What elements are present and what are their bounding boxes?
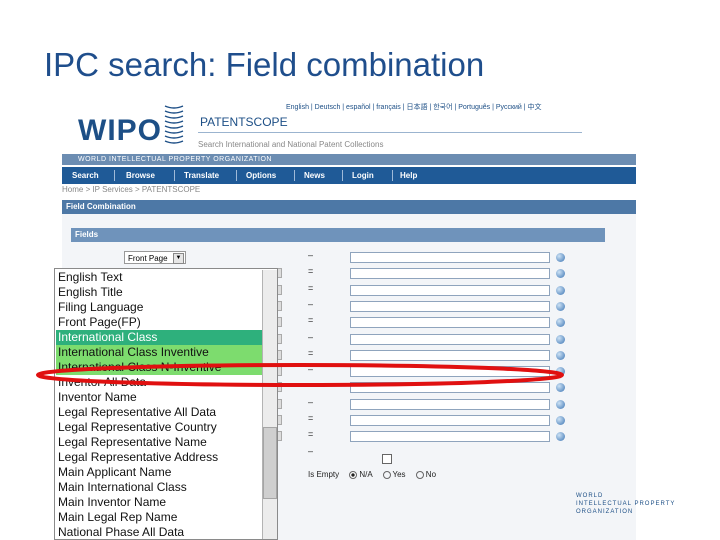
- nav-login[interactable]: Login: [352, 167, 374, 184]
- nav-news[interactable]: News: [304, 167, 325, 184]
- field-select-value: Front Page: [128, 254, 168, 263]
- footer-logo-line: WORLD: [576, 493, 604, 499]
- operator-label: =: [308, 315, 314, 325]
- is-empty-checkbox[interactable]: [382, 454, 392, 464]
- radio-no-label: No: [425, 470, 437, 479]
- footer-logo-line: ORGANIZATION: [576, 509, 634, 515]
- operator-label: –: [308, 332, 314, 342]
- nav-separator: [114, 170, 115, 181]
- org-name-bar: WORLD INTELLECTUAL PROPERTY ORGANIZATION: [62, 154, 636, 165]
- dropdown-option[interactable]: English Title: [58, 285, 123, 300]
- dropdown-option[interactable]: International Class N-Inventive: [58, 360, 221, 375]
- radio-na[interactable]: [349, 470, 358, 479]
- nav-separator: [236, 170, 237, 181]
- nav-separator: [174, 170, 175, 181]
- nav-translate[interactable]: Translate: [184, 167, 219, 184]
- dropdown-option[interactable]: Main Applicant Name: [58, 465, 171, 480]
- dropdown-option[interactable]: Front Page(FP): [58, 315, 141, 330]
- radio-yes[interactable]: [382, 470, 391, 479]
- nav-separator: [392, 170, 393, 181]
- main-nav: Search Browse Translate Options News Log…: [62, 167, 636, 184]
- globe-icon[interactable]: [556, 351, 565, 360]
- globe-icon[interactable]: [556, 335, 565, 344]
- breadcrumb[interactable]: Home > IP Services > PATENTSCOPE: [62, 185, 200, 194]
- operator-label: –: [308, 380, 314, 390]
- field-value-input[interactable]: [350, 350, 550, 361]
- operator-label: =: [308, 348, 314, 358]
- wipo-emblem-icon: [164, 105, 184, 144]
- operator-label: =: [308, 283, 314, 293]
- dropdown-option[interactable]: International Class: [58, 330, 157, 345]
- globe-icon[interactable]: [556, 302, 565, 311]
- divider: [198, 132, 582, 133]
- site-subtitle: Search International and National Patent…: [198, 140, 384, 149]
- nav-help[interactable]: Help: [400, 167, 417, 184]
- globe-icon[interactable]: [556, 383, 565, 392]
- field-value-input[interactable]: [350, 317, 550, 328]
- globe-icon[interactable]: [556, 286, 565, 295]
- radio-na-label: N/A: [359, 470, 373, 479]
- operator-label: =: [308, 266, 314, 276]
- field-combination-header: Field Combination: [62, 200, 636, 214]
- is-empty-row: Is Empty N/A Yes No: [308, 470, 436, 479]
- dropdown-option[interactable]: Inventor All Data: [58, 375, 146, 390]
- field-value-input[interactable]: [350, 268, 550, 279]
- dropdown-option[interactable]: Main International Class: [58, 480, 187, 495]
- operator-label: –: [308, 397, 314, 407]
- chevron-down-icon[interactable]: ▼: [173, 253, 184, 264]
- operator-label: =: [308, 413, 314, 423]
- field-value-input[interactable]: [350, 399, 550, 410]
- globe-icon[interactable]: [556, 318, 565, 327]
- operator-label: =: [308, 429, 314, 439]
- field-value-input[interactable]: [350, 415, 550, 426]
- dropdown-option[interactable]: Main Inventor Name: [58, 495, 166, 510]
- dropdown-option[interactable]: Filing Language: [58, 300, 143, 315]
- footer-logo-line: INTELLECTUAL PROPERTY: [576, 501, 676, 507]
- dropdown-option[interactable]: Legal Representative Name: [58, 435, 207, 450]
- slide-title: IPC search: Field combination: [44, 46, 485, 83]
- field-value-input[interactable]: [350, 252, 550, 263]
- wipo-logo: WIPO: [78, 114, 162, 147]
- nav-browse[interactable]: Browse: [126, 167, 155, 184]
- field-value-input[interactable]: [350, 301, 550, 312]
- field-value-input[interactable]: [350, 285, 550, 296]
- globe-icon[interactable]: [556, 400, 565, 409]
- globe-icon[interactable]: [556, 416, 565, 425]
- dropdown-option[interactable]: Inventor Name: [58, 390, 137, 405]
- is-empty-label: Is Empty: [308, 470, 340, 479]
- operator-label: –: [308, 250, 314, 260]
- operator-label: –: [308, 364, 314, 374]
- globe-icon[interactable]: [556, 432, 565, 441]
- radio-no[interactable]: [415, 470, 424, 479]
- dropdown-option[interactable]: Legal Representative Country: [58, 420, 217, 435]
- dropdown-option[interactable]: Legal Representative All Data: [58, 405, 216, 420]
- field-dropdown-list[interactable]: English Text English Title Filing Language…: [54, 268, 278, 540]
- dropdown-option[interactable]: National Phase All Data: [58, 525, 184, 539]
- operator-label: –: [308, 446, 314, 456]
- globe-icon[interactable]: [556, 253, 565, 262]
- radio-yes-label: Yes: [392, 470, 406, 479]
- field-select[interactable]: Front Page ▼: [124, 251, 186, 264]
- field-value-input[interactable]: [350, 334, 550, 345]
- field-value-input[interactable]: [350, 431, 550, 442]
- dropdown-option[interactable]: Legal Representative Address: [58, 450, 218, 465]
- nav-separator: [294, 170, 295, 181]
- dropdown-option[interactable]: International Class Inventive: [58, 345, 209, 360]
- language-links[interactable]: English | Deutsch | español | français |…: [286, 102, 542, 112]
- fields-header: Fields: [71, 228, 605, 242]
- globe-icon[interactable]: [556, 367, 565, 376]
- nav-separator: [342, 170, 343, 181]
- nav-search[interactable]: Search: [72, 167, 99, 184]
- field-value-input[interactable]: [350, 382, 550, 393]
- patentscope-brand: PATENTSCOPE: [200, 115, 288, 129]
- globe-icon[interactable]: [556, 269, 565, 278]
- field-value-input[interactable]: [350, 366, 550, 377]
- dropdown-option[interactable]: English Text: [58, 270, 122, 285]
- wipo-footer-logo: WORLD INTELLECTUAL PROPERTY ORGANIZATION: [576, 492, 706, 516]
- dropdown-option[interactable]: Main Legal Rep Name: [58, 510, 177, 525]
- dropdown-scrollbar-thumb[interactable]: [263, 427, 277, 499]
- nav-options[interactable]: Options: [246, 167, 276, 184]
- operator-label: –: [308, 299, 314, 309]
